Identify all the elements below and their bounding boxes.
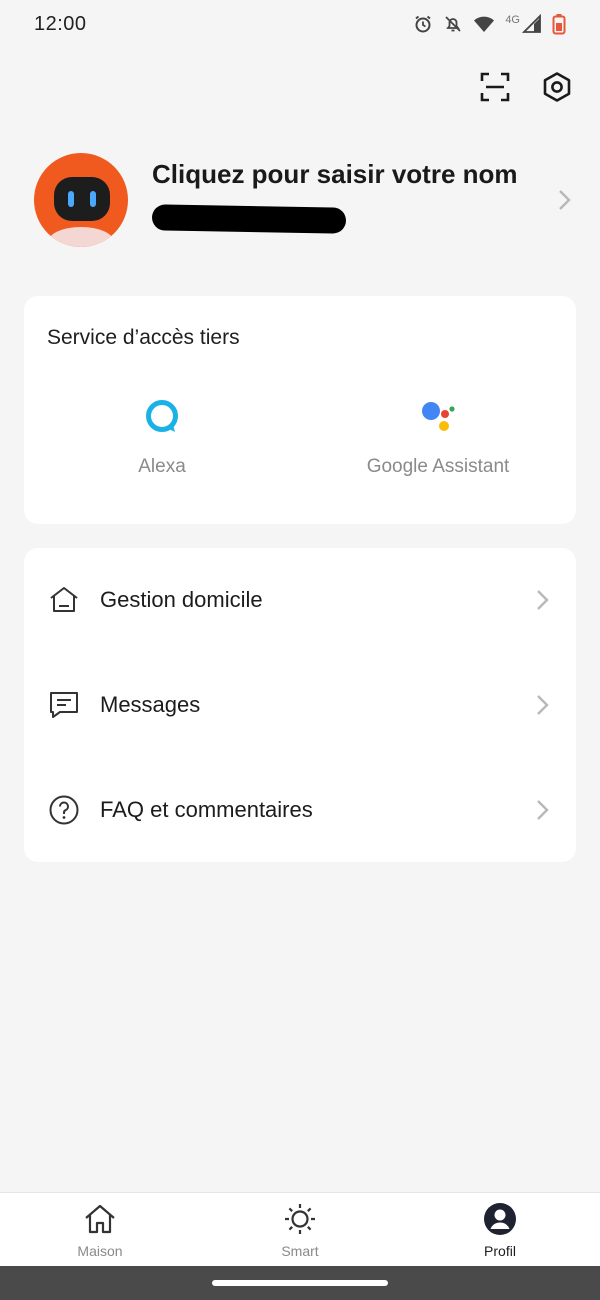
profile-header[interactable]: Cliquez pour saisir votre nom — [34, 150, 574, 250]
scan-button[interactable] — [478, 70, 512, 104]
profile-text: Cliquez pour saisir votre nom — [151, 159, 554, 234]
chevron-right-icon — [554, 190, 574, 210]
nav-item-profil[interactable]: Profil — [440, 1201, 560, 1259]
home-indicator[interactable] — [212, 1280, 388, 1286]
profile-icon — [483, 1201, 517, 1237]
system-nav-bar — [0, 1266, 600, 1300]
menu-card: Gestion domicile Messages FAQ et comment… — [24, 548, 576, 862]
nav-label: Profil — [484, 1242, 516, 1259]
menu-item-home-management[interactable]: Gestion domicile — [24, 548, 576, 652]
status-bar: 12:00 4G — [0, 0, 600, 48]
scan-icon — [480, 72, 510, 102]
chevron-right-icon — [532, 590, 552, 610]
avatar-eye-right — [90, 191, 96, 207]
nav-label: Maison — [77, 1242, 123, 1259]
status-time: 12:00 — [34, 12, 87, 35]
third-party-title: Service d’accès tiers — [47, 326, 240, 349]
signal-icon — [522, 14, 542, 34]
chevron-right-icon — [532, 800, 552, 820]
google-assistant-service[interactable]: Google Assistant — [338, 394, 538, 478]
alarm-icon — [413, 14, 433, 34]
bottom-nav: Maison Smart Profil — [0, 1192, 600, 1266]
menu-item-messages[interactable]: Messages — [24, 653, 576, 757]
sun-icon — [283, 1201, 317, 1237]
google-assistant-icon — [338, 394, 538, 438]
nav-item-smart[interactable]: Smart — [240, 1201, 360, 1259]
menu-item-label: Messages — [100, 692, 201, 717]
menu-item-label: Gestion domicile — [100, 587, 263, 612]
nav-item-maison[interactable]: Maison — [40, 1201, 160, 1259]
status-icons: 4G — [413, 13, 566, 35]
avatar-eye-left — [68, 191, 74, 207]
settings-button[interactable] — [540, 70, 574, 104]
google-assistant-label: Google Assistant — [366, 456, 510, 477]
house-icon — [83, 1201, 117, 1237]
chevron-right-icon — [532, 695, 552, 715]
redacted-account — [151, 203, 347, 234]
battery-icon — [552, 13, 566, 35]
menu-item-label: FAQ et commentaires — [100, 797, 313, 822]
menu-item-faq[interactable]: FAQ et commentaires — [24, 758, 576, 862]
third-party-card: Service d’accès tiers Alexa Google Assis… — [24, 296, 576, 524]
alexa-service[interactable]: Alexa — [62, 394, 262, 478]
avatar — [34, 153, 128, 247]
avatar-face — [54, 177, 110, 221]
network-label: 4G — [505, 14, 520, 26]
avatar-base — [48, 227, 114, 247]
wifi-icon — [473, 15, 495, 33]
message-icon — [48, 689, 80, 721]
help-icon — [48, 794, 80, 826]
alexa-label: Alexa — [138, 456, 186, 477]
alexa-icon — [62, 394, 262, 438]
top-actions — [478, 70, 574, 104]
home-icon — [48, 584, 80, 616]
settings-icon — [543, 72, 571, 102]
profile-name-prompt: Cliquez pour saisir votre nom — [152, 158, 518, 189]
notifications-off-icon — [443, 14, 463, 34]
nav-label: Smart — [281, 1242, 319, 1259]
